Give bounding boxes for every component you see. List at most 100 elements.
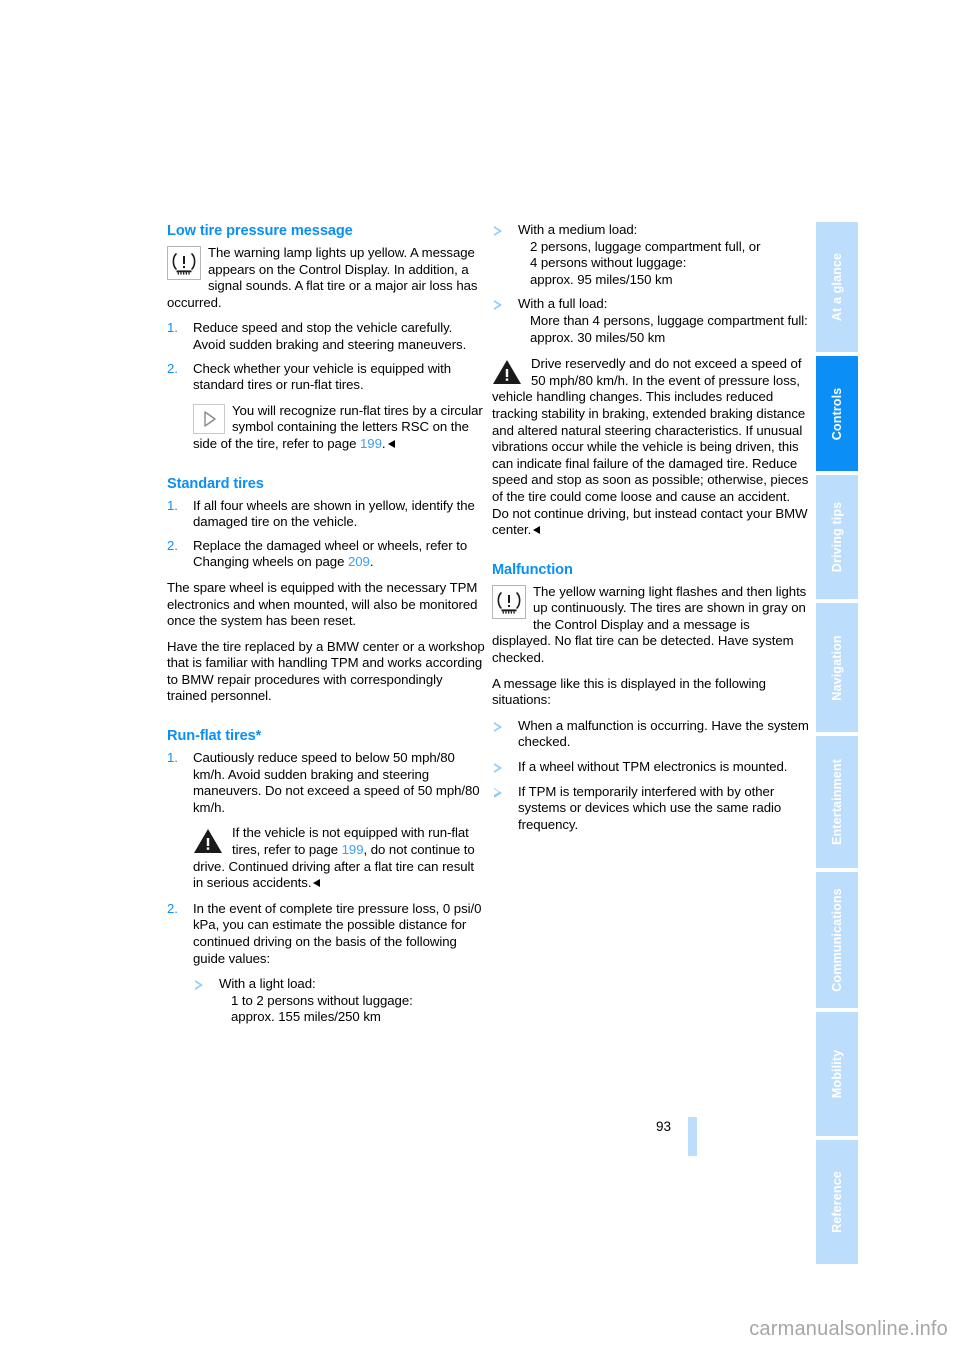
tab-label: Reference <box>830 1171 844 1233</box>
drive-reservedly-warning-text: Drive reservedly and do not exceed a spe… <box>492 356 810 539</box>
page-number: 93 <box>656 1119 672 1134</box>
step-number: 2. <box>167 360 178 376</box>
step-text-pre: Replace the damaged wheel or wheels, ref… <box>193 537 468 570</box>
spare-wheel-paragraph: The spare wheel is equipped with the nec… <box>167 579 478 629</box>
list-item: When a malfunction is occurring. Have th… <box>492 718 810 751</box>
load-light-line-2: 1 to 2 persons without luggage: <box>231 992 413 1008</box>
list-item: 2. Replace the damaged wheel or wheels, … <box>167 538 485 571</box>
rsc-note-text: You will recognize run-flat tires by a c… <box>193 403 485 453</box>
step-text-post: . <box>369 554 374 570</box>
drive-reservedly-warning-body: Drive reservedly and do not exceed a spe… <box>492 356 809 538</box>
tab-label: Controls <box>830 387 844 440</box>
arrow-bullet-icon <box>494 721 502 732</box>
low-pressure-lamp-note-text: The warning lamp lights up yellow. A mes… <box>167 245 478 310</box>
run-flat-caution-text: If the vehicle is not equipped with run-… <box>193 825 485 891</box>
rsc-note-text-pre: You will recognize run-flat tires by a c… <box>193 402 483 451</box>
sidebar-item-reference[interactable]: Reference <box>816 1140 858 1264</box>
low-pressure-lamp-note: The warning lamp lights up yellow. A mes… <box>167 245 485 311</box>
load-light-line-3: approx. 155 miles/250 km <box>231 1009 381 1025</box>
page-number-bar <box>688 1117 697 1156</box>
tab-label: Communications <box>830 888 844 992</box>
page-reference-199-caution[interactable]: 199 <box>342 842 364 857</box>
heading-standard-tires: Standard tires <box>167 475 264 492</box>
load-medium-line-4: approx. 95 miles/150 km <box>530 271 673 287</box>
left-text-column: Low tire pressure message The warning la… <box>167 222 485 1035</box>
load-medium-line-1: With a medium load: <box>518 222 638 237</box>
arrow-bullet-icon <box>494 300 502 311</box>
heading-low-tire-pressure-message: Low tire pressure message <box>167 223 353 239</box>
load-full-line-3: approx. 30 miles/50 km <box>530 329 666 345</box>
situations-intro: A message like this is displayed in the … <box>492 675 766 708</box>
note-triangle-icon <box>193 403 225 434</box>
run-flat-steps: 1. Cautiously reduce speed to below 50 m… <box>167 750 485 816</box>
tab-label: Mobility <box>830 1049 844 1099</box>
page-reference-209[interactable]: 209 <box>348 554 370 569</box>
caution-triangle-icon <box>193 826 225 856</box>
step-text: Reduce speed and stop the vehicle carefu… <box>193 320 467 352</box>
sidebar-item-entertainment[interactable]: Entertainment <box>816 736 858 868</box>
standard-tires-steps: 1. If all four wheels are shown in yello… <box>167 498 485 571</box>
chapter-tab-rail: At a glance Controls Driving tips Naviga… <box>816 222 858 1268</box>
list-item: 1. Reduce speed and stop the vehicle car… <box>167 320 485 353</box>
caution-triangle-icon <box>492 357 524 387</box>
step-number: 1. <box>167 320 178 336</box>
run-flat-caution-note: If the vehicle is not equipped with run-… <box>193 825 485 891</box>
step-text: Check whether your vehicle is equipped w… <box>193 360 452 393</box>
watermark: carmanualsonline.info <box>749 1318 948 1340</box>
end-of-note-marker <box>387 439 395 448</box>
step-text: Cautiously reduce speed to below 50 mph/… <box>193 750 480 815</box>
step-text: Replace the damaged wheel or wheels, ref… <box>193 538 467 570</box>
tab-label: At a glance <box>830 252 844 322</box>
page-reference-199[interactable]: 199 <box>360 436 382 451</box>
step-text: If all four wheels are shown in yellow, … <box>193 497 475 530</box>
load-medium-line-3: 4 persons without luggage: <box>530 255 687 271</box>
low-pressure-steps: 1. Reduce speed and stop the vehicle car… <box>167 320 485 393</box>
bmw-center-paragraph: Have the tire replaced by a BMW center o… <box>167 638 485 704</box>
malfunction-note: The yellow warning light flashes and the… <box>492 584 810 667</box>
list-item: With a light load: 1 to 2 persons withou… <box>193 976 485 1026</box>
tire-pressure-warning-lamp-icon <box>492 584 526 619</box>
sidebar-item-at-a-glance[interactable]: At a glance <box>816 222 858 352</box>
situation-text: When a malfunction is occurring. Have th… <box>518 717 809 750</box>
rsc-note-text-post: . <box>381 435 386 451</box>
load-full-line-2: More than 4 persons, luggage compartment… <box>530 312 808 328</box>
tab-label: Driving tips <box>830 501 844 573</box>
load-medium-line-2: 2 persons, luggage compartment full, or <box>530 238 761 254</box>
manual-page: Low tire pressure message The warning la… <box>0 0 960 1358</box>
end-of-note-marker <box>533 526 541 535</box>
load-guide-values-left: With a light load: 1 to 2 persons withou… <box>193 976 485 1026</box>
sidebar-item-mobility[interactable]: Mobility <box>816 1012 858 1136</box>
malfunction-note-text: The yellow warning light flashes and the… <box>492 583 807 666</box>
run-flat-steps-continued: 2. In the event of complete tire pressur… <box>167 901 485 967</box>
arrow-bullet-icon <box>494 763 502 774</box>
end-of-note-marker <box>313 879 321 888</box>
list-item: 2. Check whether your vehicle is equippe… <box>167 361 485 394</box>
page-footer: 93 <box>640 1117 820 1157</box>
tire-pressure-warning-lamp-icon <box>167 246 201 280</box>
step-text: In the event of complete tire pressure l… <box>193 900 482 966</box>
situation-text: If TPM is temporarily interfered with by… <box>518 783 782 832</box>
tab-label: Navigation <box>830 634 844 701</box>
malfunction-situations: When a malfunction is occurring. Have th… <box>492 718 810 834</box>
tab-label: Entertainment <box>830 759 844 845</box>
load-guide-values-right: With a medium load: 2 persons, luggage c… <box>492 222 810 346</box>
list-item: 2. In the event of complete tire pressur… <box>167 901 485 967</box>
rsc-note: You will recognize run-flat tires by a c… <box>193 403 485 453</box>
step-number: 2. <box>167 900 178 916</box>
list-item: 1. If all four wheels are shown in yello… <box>167 498 485 531</box>
list-item: If a wheel without TPM electronics is mo… <box>492 759 810 776</box>
arrow-bullet-icon <box>494 787 502 798</box>
sidebar-item-communications[interactable]: Communications <box>816 872 858 1008</box>
right-text-column: With a medium load: 2 persons, luggage c… <box>492 222 810 842</box>
arrow-bullet-icon <box>195 980 203 991</box>
heading-run-flat-tires: Run-flat tires* <box>167 728 262 745</box>
situation-text: If a wheel without TPM electronics is mo… <box>518 759 788 775</box>
list-item: With a medium load: 2 persons, luggage c… <box>492 222 810 288</box>
sidebar-item-navigation[interactable]: Navigation <box>816 603 858 732</box>
list-item: If TPM is temporarily interfered with by… <box>492 784 810 834</box>
load-full-line-1: With a full load: <box>518 296 608 312</box>
step-number: 2. <box>167 537 178 553</box>
sidebar-item-driving-tips[interactable]: Driving tips <box>816 475 858 599</box>
sidebar-item-controls[interactable]: Controls <box>816 356 858 471</box>
heading-malfunction: Malfunction <box>492 561 573 578</box>
